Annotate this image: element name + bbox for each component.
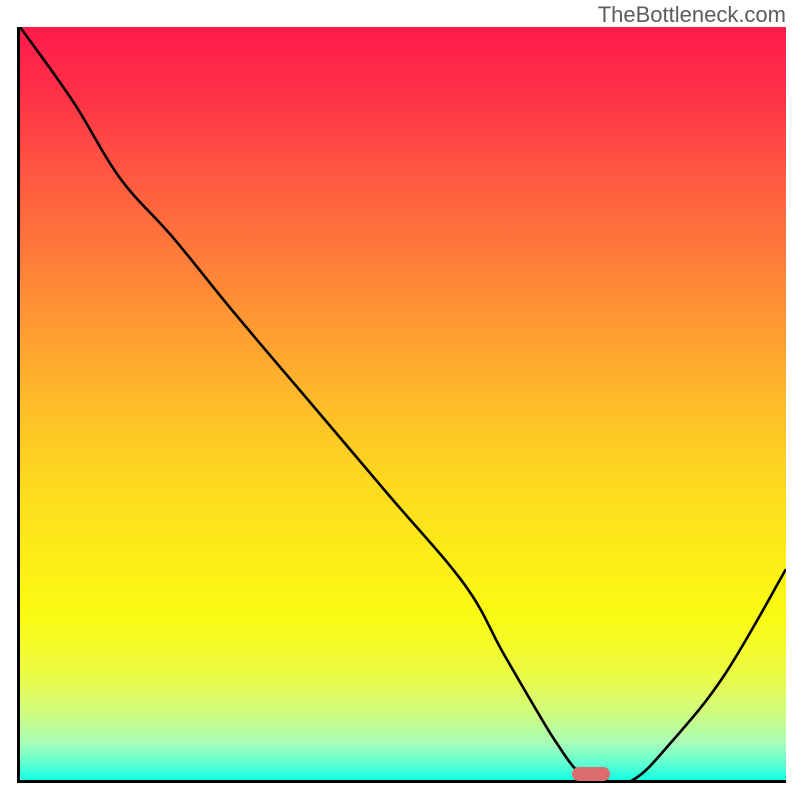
watermark-text: TheBottleneck.com bbox=[598, 2, 786, 28]
chart-plot-area bbox=[17, 27, 786, 783]
chart-marker bbox=[572, 767, 610, 781]
chart-gradient-background bbox=[20, 27, 786, 780]
